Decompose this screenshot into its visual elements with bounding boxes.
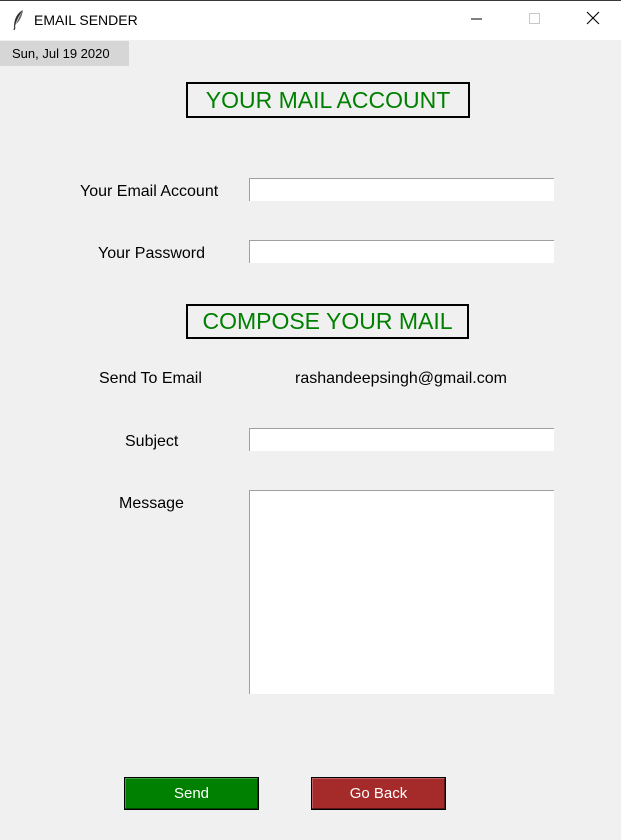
password-label: Your Password: [98, 245, 206, 262]
minimize-icon: [471, 12, 483, 30]
message-textarea[interactable]: [249, 490, 554, 694]
title-bar: EMAIL SENDER: [0, 0, 621, 40]
go-back-button[interactable]: Go Back: [311, 777, 446, 810]
account-section-heading: YOUR MAIL ACCOUNT: [186, 82, 470, 118]
email-account-input[interactable]: [249, 178, 554, 201]
send-button[interactable]: Send: [124, 777, 259, 810]
email-account-label: Your Email Account: [80, 183, 219, 200]
date-label: Sun, Jul 19 2020: [0, 41, 129, 66]
feather-icon: [11, 9, 27, 31]
send-to-label: Send To Email: [99, 370, 202, 387]
subject-input[interactable]: [249, 428, 554, 451]
close-button[interactable]: [564, 1, 621, 40]
recipient-email: rashandeepsingh@gmail.com: [295, 370, 507, 387]
message-label: Message: [119, 495, 184, 512]
subject-label: Subject: [125, 433, 179, 450]
maximize-button[interactable]: [506, 1, 564, 40]
window-title: EMAIL SENDER: [34, 12, 138, 28]
minimize-button[interactable]: [448, 1, 506, 40]
compose-section-heading: COMPOSE YOUR MAIL: [186, 304, 469, 339]
close-icon: [586, 11, 600, 30]
password-input[interactable]: [249, 240, 554, 263]
maximize-icon: [529, 12, 541, 30]
